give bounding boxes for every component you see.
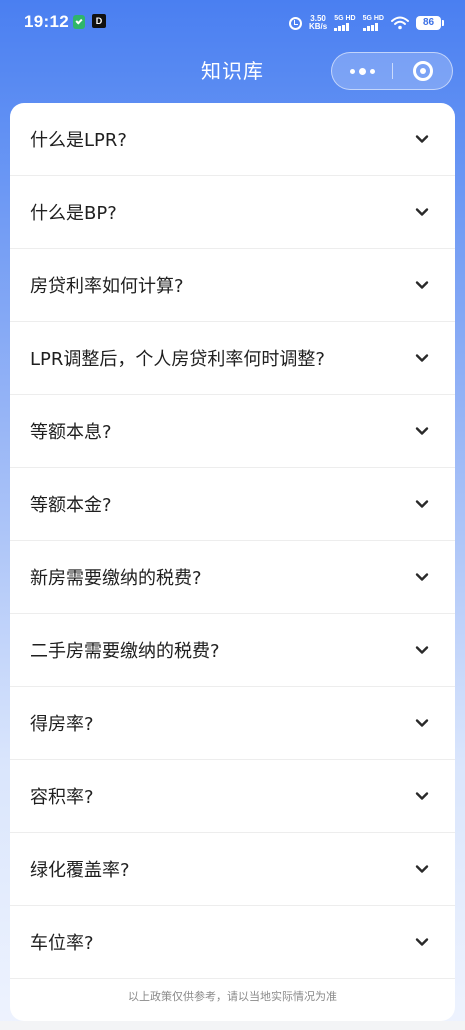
- faq-question: 等额本金?: [30, 495, 112, 516]
- signal-bars-icon: [362, 23, 378, 31]
- signal-label: 5G HD: [334, 15, 356, 22]
- faq-item-new-house-tax[interactable]: 新房需要缴纳的税费?: [10, 541, 455, 614]
- chevron-down-icon: [415, 573, 429, 581]
- network-speed: 3.50 KB/s: [309, 15, 327, 31]
- faq-question: 房贷利率如何计算?: [30, 276, 184, 297]
- status-bar: 19:12 D 3.50 KB/s 5G HD 5G HD 86: [0, 0, 465, 46]
- chevron-down-icon: [415, 354, 429, 362]
- more-dot-icon: [358, 67, 366, 75]
- status-indicators: 3.50 KB/s 5G HD 5G HD 86: [288, 13, 444, 33]
- close-button[interactable]: [393, 53, 453, 89]
- status-time: 19:12: [24, 12, 69, 31]
- network-speed-unit: KB/s: [308, 22, 328, 31]
- faq-item-green-coverage[interactable]: 绿化覆盖率?: [10, 833, 455, 906]
- faq-list: 什么是LPR? 什么是BP? 房贷利率如何计算? LPR调整后，个人房贷利率何时…: [10, 103, 455, 979]
- faq-question: 什么是LPR?: [30, 130, 127, 151]
- chevron-down-icon: [415, 135, 429, 143]
- faq-item-parking-ratio[interactable]: 车位率?: [10, 906, 455, 979]
- more-dot-icon: [369, 68, 375, 74]
- mini-program-capsule: [331, 52, 453, 90]
- chevron-down-icon: [415, 792, 429, 800]
- alarm-icon: [288, 16, 302, 30]
- battery-indicator: 86: [416, 16, 444, 30]
- faq-item-second-hand-tax[interactable]: 二手房需要缴纳的税费?: [10, 614, 455, 687]
- faq-question: LPR调整后，个人房贷利率何时调整?: [30, 349, 325, 370]
- faq-question: 绿化覆盖率?: [30, 860, 130, 881]
- faq-question: 容积率?: [30, 787, 94, 808]
- signal-indicator-2: 5G HD: [362, 15, 384, 31]
- close-target-icon: [413, 61, 433, 81]
- chevron-down-icon: [415, 719, 429, 727]
- disclaimer-text: 以上政策仅供参考，请以当地实际情况为准: [128, 990, 337, 1003]
- chevron-down-icon: [415, 500, 429, 508]
- more-button[interactable]: [332, 53, 392, 89]
- chevron-down-icon: [415, 865, 429, 873]
- faq-question: 等额本息?: [30, 422, 112, 443]
- chevron-down-icon: [415, 646, 429, 654]
- chevron-down-icon: [415, 938, 429, 946]
- faq-item-lpr[interactable]: 什么是LPR?: [10, 103, 455, 176]
- faq-item-lpr-adjustment[interactable]: LPR调整后，个人房贷利率何时调整?: [10, 322, 455, 395]
- faq-item-usable-area-ratio[interactable]: 得房率?: [10, 687, 455, 760]
- chevron-down-icon: [415, 281, 429, 289]
- signal-indicator-1: 5G HD: [334, 15, 356, 31]
- faq-item-plot-ratio[interactable]: 容积率?: [10, 760, 455, 833]
- signal-label: 5G HD: [362, 15, 384, 22]
- shield-icon: [73, 15, 85, 29]
- faq-question: 得房率?: [30, 714, 94, 735]
- wifi-icon: [391, 16, 409, 30]
- bottom-bar: [0, 1021, 465, 1030]
- signal-bars-icon: [334, 23, 350, 31]
- chevron-down-icon: [415, 427, 429, 435]
- faq-question: 二手房需要缴纳的税费?: [30, 641, 220, 662]
- faq-card: 什么是LPR? 什么是BP? 房贷利率如何计算? LPR调整后，个人房贷利率何时…: [10, 103, 455, 1021]
- faq-item-equal-installment[interactable]: 等额本息?: [10, 395, 455, 468]
- faq-question: 新房需要缴纳的税费?: [30, 568, 202, 589]
- faq-item-mortgage-rate[interactable]: 房贷利率如何计算?: [10, 249, 455, 322]
- faq-question: 车位率?: [30, 933, 94, 954]
- faq-item-equal-principal[interactable]: 等额本金?: [10, 468, 455, 541]
- chevron-down-icon: [415, 208, 429, 216]
- more-dot-icon: [349, 68, 355, 74]
- faq-item-bp[interactable]: 什么是BP?: [10, 176, 455, 249]
- app-notification-icon: D: [92, 14, 106, 28]
- faq-question: 什么是BP?: [30, 203, 117, 224]
